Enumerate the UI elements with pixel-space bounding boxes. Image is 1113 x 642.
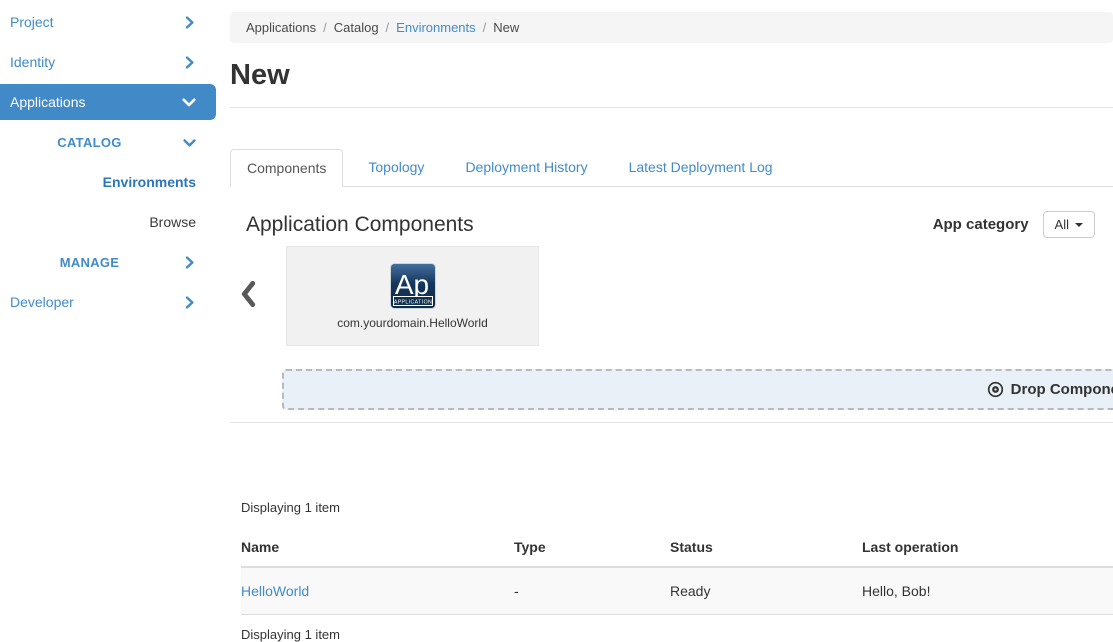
sidebar-item-developer[interactable]: Developer [0, 282, 216, 322]
sidebar-item-label: Browse [10, 214, 196, 230]
tab-label[interactable]: Components [230, 149, 343, 187]
component-link[interactable]: HelloWorld [241, 583, 309, 599]
application-icon: Ap APPLICATION [390, 263, 436, 309]
app-category-filter: App category All [933, 211, 1095, 238]
components-table-section: Displaying 1 item Name Type Status Last … [241, 500, 1113, 642]
table-caption-bottom: Displaying 1 item [241, 627, 1113, 642]
carousel-prev-button[interactable] [240, 281, 260, 312]
sidebar-item-label: Environments [10, 174, 196, 190]
column-header-status: Status [670, 533, 862, 567]
sidebar-item-applications[interactable]: Applications [0, 84, 216, 120]
sidebar-item-label: Identity [10, 54, 55, 70]
breadcrumb: Applications / Catalog / Environments / … [230, 12, 1113, 43]
column-header-last-operation: Last operation [862, 533, 1113, 567]
breadcrumb-link-environments[interactable]: Environments [396, 20, 475, 35]
title-divider [230, 107, 1113, 108]
component-card-name: com.yourdomain.HelloWorld [337, 316, 488, 330]
main-content: Applications / Catalog / Environments / … [230, 12, 1113, 642]
tab-label[interactable]: Latest Deployment Log [613, 149, 789, 185]
cell-status: Ready [670, 567, 862, 615]
breadcrumb-item-new: New [493, 20, 519, 35]
drop-zone-label: Drop Components here [1011, 381, 1113, 398]
chevron-right-icon [183, 256, 196, 269]
sidebar-item-project[interactable]: Project [0, 2, 216, 42]
app-category-selected-value: All [1055, 217, 1069, 232]
tab-label[interactable]: Deployment History [449, 149, 603, 185]
tab-label[interactable]: Topology [352, 149, 440, 185]
app-category-label: App category [933, 216, 1029, 233]
sidebar-item-browse[interactable]: Browse [0, 202, 216, 242]
chevron-right-icon [183, 16, 196, 29]
components-table: Name Type Status Last operation HelloWor… [241, 533, 1113, 615]
tab-bar: Components Topology Deployment History L… [230, 149, 1113, 187]
components-carousel: Ap APPLICATION com.yourdomain.HelloWorld [230, 246, 1113, 346]
sidebar-group-manage[interactable]: MANAGE [0, 242, 216, 282]
component-drop-zone[interactable]: Drop Components here [282, 369, 1113, 410]
tab-topology[interactable]: Topology [352, 149, 440, 187]
chevron-right-icon [183, 56, 196, 69]
sidebar-item-label: Applications [10, 94, 86, 110]
chevron-left-icon [240, 281, 257, 307]
table-header-row: Name Type Status Last operation [241, 533, 1113, 567]
drop-target-icon [987, 381, 1004, 398]
sidebar-item-label: Project [10, 14, 54, 30]
caret-down-icon [1075, 223, 1083, 227]
sidebar: Project Identity Applications CATALOG En… [0, 2, 216, 322]
cell-type: - [514, 567, 670, 615]
svg-text:Ap: Ap [394, 269, 428, 300]
table-caption-top: Displaying 1 item [241, 500, 1113, 515]
column-header-name: Name [241, 533, 514, 567]
chevron-down-icon [183, 136, 196, 149]
panel-divider [230, 422, 1113, 423]
tab-latest-deployment-log[interactable]: Latest Deployment Log [613, 149, 789, 187]
breadcrumb-item-catalog: Catalog [334, 20, 379, 35]
cell-last-operation: Hello, Bob! [862, 567, 1113, 615]
tab-components[interactable]: Components [230, 149, 343, 187]
table-row: HelloWorld - Ready Hello, Bob! [241, 567, 1113, 615]
sidebar-item-label: Developer [10, 294, 74, 310]
application-component-card[interactable]: Ap APPLICATION com.yourdomain.HelloWorld [286, 246, 539, 346]
chevron-down-icon [182, 95, 196, 109]
chevron-right-icon [183, 296, 196, 309]
components-heading: Application Components [246, 213, 474, 237]
svg-text:APPLICATION: APPLICATION [393, 299, 431, 305]
sidebar-item-environments[interactable]: Environments [0, 162, 216, 202]
sidebar-group-label: MANAGE [10, 255, 183, 270]
breadcrumb-separator: / [483, 20, 487, 35]
breadcrumb-separator: / [323, 20, 327, 35]
column-header-type: Type [514, 533, 670, 567]
components-panel-header: Application Components App category All [246, 211, 1113, 238]
breadcrumb-separator: / [386, 20, 390, 35]
sidebar-group-label: CATALOG [10, 135, 183, 150]
sidebar-group-catalog[interactable]: CATALOG [0, 122, 216, 162]
tab-deployment-history[interactable]: Deployment History [449, 149, 603, 187]
cell-name: HelloWorld [241, 567, 514, 615]
breadcrumb-item-applications: Applications [246, 20, 316, 35]
sidebar-item-identity[interactable]: Identity [0, 42, 216, 82]
page-title: New [230, 59, 1113, 92]
app-category-dropdown[interactable]: All [1043, 211, 1095, 238]
